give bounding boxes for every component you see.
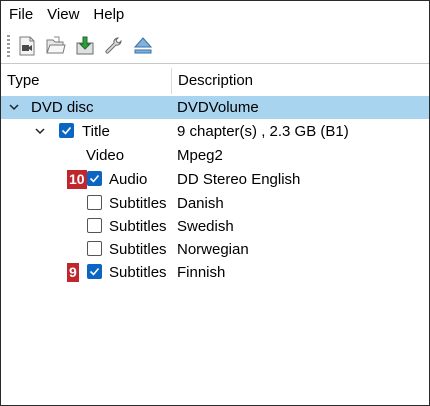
download-button[interactable] [72, 33, 98, 59]
open-folder-button[interactable] [43, 33, 69, 59]
checkmark-icon [89, 267, 100, 276]
tree-row-subtitles-danish[interactable]: Subtitles Danish [1, 192, 429, 215]
video-file-button[interactable] [14, 33, 40, 59]
subtitles-danish-checkbox[interactable] [87, 195, 102, 210]
tree-row-subtitles-norwegian[interactable]: Subtitles Norwegian [1, 238, 429, 261]
checkmark-icon [89, 174, 100, 183]
tree-row-description: 9 chapter(s) , 2.3 GB (B1) [177, 123, 349, 140]
tree-row-subtitles-swedish[interactable]: Subtitles Swedish [1, 215, 429, 238]
tree-row-description: Finnish [177, 264, 226, 281]
menu-file[interactable]: File [1, 1, 40, 29]
callout-badge: 9 [67, 263, 79, 282]
tree-row-type: Subtitles [109, 218, 167, 235]
tree-row-description: DD Stereo English [177, 171, 301, 188]
tree-row-type: Subtitles [109, 241, 167, 258]
tree-row-subtitles-finnish[interactable]: 9 Subtitles Finnish [1, 261, 429, 284]
tree-row-description: Swedish [177, 218, 234, 235]
download-icon [76, 36, 94, 55]
subtitles-finnish-checkbox[interactable] [87, 264, 102, 279]
tree-row-description: DVDVolume [177, 99, 259, 116]
tree-row-dvd-disc[interactable]: DVD disc DVDVolume [1, 96, 429, 119]
tree-header: Type Description [1, 68, 429, 94]
tree-row-type: Subtitles [109, 195, 167, 212]
checkmark-icon [61, 126, 72, 135]
tree-row-type: Subtitles [109, 264, 167, 281]
wrench-icon [105, 37, 122, 54]
app-window: File View Help Type Description DVD disc… [0, 0, 430, 406]
tree-row-title[interactable]: Title 9 chapter(s) , 2.3 GB (B1) [1, 120, 429, 143]
tree-row-type: Audio [109, 171, 148, 188]
tree-row-description: Danish [177, 195, 224, 212]
toolbar-grip[interactable] [7, 35, 10, 57]
column-header-description[interactable]: Description [178, 72, 253, 89]
column-divider[interactable] [171, 68, 172, 94]
settings-button[interactable] [101, 33, 127, 59]
tree-row-description: Norwegian [177, 241, 249, 258]
chevron-down-icon[interactable] [34, 125, 46, 137]
tree-row-type: DVD disc [31, 99, 94, 116]
open-folder-icon [46, 36, 66, 54]
eject-button[interactable] [130, 33, 156, 59]
toolbar [1, 29, 429, 63]
callout-badge: 10 [67, 170, 87, 189]
menu-bar: File View Help [1, 1, 429, 29]
audio-checkbox[interactable] [87, 171, 102, 186]
tree-row-video[interactable]: Video Mpeg2 [1, 144, 429, 167]
tree-view[interactable]: Type Description DVD disc DVDVolume Titl… [1, 64, 429, 405]
tree-row-description: Mpeg2 [177, 147, 223, 164]
tree-row-type: Video [86, 147, 125, 164]
column-header-type[interactable]: Type [7, 72, 40, 89]
title-checkbox[interactable] [59, 123, 74, 138]
video-file-icon [19, 36, 35, 56]
eject-icon [133, 37, 153, 54]
subtitles-norwegian-checkbox[interactable] [87, 241, 102, 256]
tree-row-type: Title [82, 123, 110, 140]
menu-view[interactable]: View [40, 1, 86, 29]
subtitles-swedish-checkbox[interactable] [87, 218, 102, 233]
menu-help[interactable]: Help [86, 1, 131, 29]
chevron-down-icon[interactable] [8, 101, 20, 113]
tree-row-audio[interactable]: 10 Audio DD Stereo English [1, 168, 429, 191]
